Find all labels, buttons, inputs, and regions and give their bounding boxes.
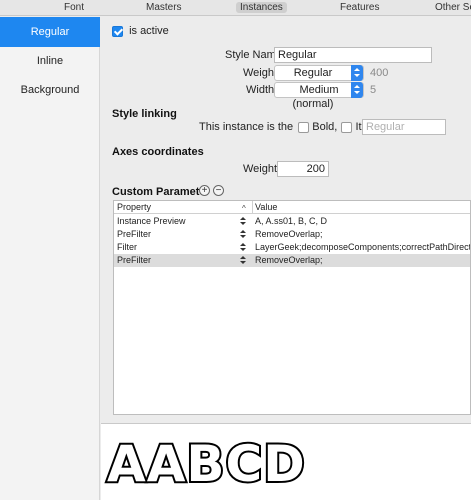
sidebar-item-regular[interactable]: Regular bbox=[0, 17, 100, 47]
table-header: Property ^ Value bbox=[114, 201, 470, 214]
remove-parameter-button[interactable]: − bbox=[213, 185, 224, 196]
row-value: LayerGeek;decomposeComponents;correctPat… bbox=[255, 242, 471, 252]
is-active-row: is active bbox=[112, 25, 169, 37]
table-row[interactable]: Instance Preview A, A.ss01, B, C, D bbox=[114, 215, 470, 228]
select-arrows-icon bbox=[351, 82, 363, 98]
style-name-input[interactable]: Regular bbox=[274, 47, 432, 63]
sidebar-item-background[interactable]: Background bbox=[0, 75, 100, 105]
table-row[interactable]: PreFilter RemoveOverlap; bbox=[114, 228, 470, 241]
tab-features[interactable]: Features bbox=[340, 2, 379, 13]
stepper-arrows-icon[interactable] bbox=[240, 255, 246, 266]
tab-other-settings[interactable]: Other Setti bbox=[435, 2, 471, 13]
table-row-selected[interactable]: PreFilter RemoveOverlap; bbox=[114, 254, 470, 267]
add-parameter-button[interactable]: + bbox=[199, 185, 210, 196]
instances-sidebar: Regular Inline Background bbox=[0, 17, 100, 500]
is-active-checkbox[interactable] bbox=[112, 25, 123, 37]
width-select-value: Medium (normal) bbox=[292, 84, 339, 110]
weight-select-value: Regular bbox=[293, 67, 333, 79]
stepper-arrows-icon[interactable] bbox=[240, 242, 246, 253]
style-linking-heading: Style linking bbox=[112, 108, 177, 120]
custom-parameter-heading: Custom Parameter bbox=[112, 186, 210, 198]
instance-preview-area: AABCD bbox=[101, 423, 471, 500]
sidebar-item-inline[interactable]: Inline bbox=[0, 46, 100, 76]
top-tab-bar: Font Masters Instances Features Other Se… bbox=[0, 0, 471, 16]
bold-checkbox[interactable] bbox=[298, 121, 310, 133]
table-row[interactable]: Filter LayerGeek;decomposeComponents;cor… bbox=[114, 241, 471, 254]
weight-number: 400 bbox=[370, 67, 389, 79]
sort-caret-icon: ^ bbox=[242, 204, 246, 213]
axes-weight-label: Weight bbox=[243, 163, 278, 175]
weight-label: Weight bbox=[243, 67, 278, 79]
width-select[interactable]: Medium (normal) bbox=[274, 82, 364, 110]
column-header-value[interactable]: Value bbox=[255, 201, 277, 213]
tab-instances[interactable]: Instances bbox=[236, 2, 287, 13]
is-active-label: is active bbox=[129, 25, 169, 38]
row-value: A, A.ss01, B, C, D bbox=[255, 216, 328, 226]
stepper-arrows-icon[interactable] bbox=[240, 229, 246, 240]
custom-parameter-table: Property ^ Value Instance Preview A, A.s… bbox=[113, 200, 471, 415]
row-property: PreFilter bbox=[117, 229, 152, 239]
select-arrows-icon bbox=[351, 65, 363, 81]
row-property: Instance Preview bbox=[117, 216, 186, 226]
stepper-arrows-icon[interactable] bbox=[240, 216, 246, 227]
style-link-input[interactable]: Regular bbox=[362, 119, 446, 135]
width-label: Width bbox=[246, 84, 275, 96]
column-divider bbox=[252, 201, 253, 214]
style-linking-text: This instance is the bbox=[199, 121, 294, 134]
weight-select[interactable]: Regular bbox=[274, 65, 364, 81]
bold-label: Bold, bbox=[312, 121, 338, 134]
width-number: 5 bbox=[370, 84, 377, 96]
tab-masters[interactable]: Masters bbox=[146, 2, 182, 13]
instance-settings-panel: is active Style Name Regular Weight Regu… bbox=[101, 17, 471, 422]
row-value: RemoveOverlap; bbox=[255, 229, 323, 239]
axes-weight-input[interactable]: 200 bbox=[277, 161, 329, 177]
tab-font[interactable]: Font bbox=[64, 2, 84, 13]
row-property: PreFilter bbox=[117, 255, 152, 265]
preview-glyphs: AABCD bbox=[105, 434, 307, 494]
row-value: RemoveOverlap; bbox=[255, 255, 323, 265]
column-header-property[interactable]: Property bbox=[117, 201, 151, 213]
italic-checkbox[interactable] bbox=[341, 121, 353, 133]
row-property: Filter bbox=[117, 242, 137, 252]
axes-coordinates-heading: Axes coordinates bbox=[112, 146, 204, 158]
